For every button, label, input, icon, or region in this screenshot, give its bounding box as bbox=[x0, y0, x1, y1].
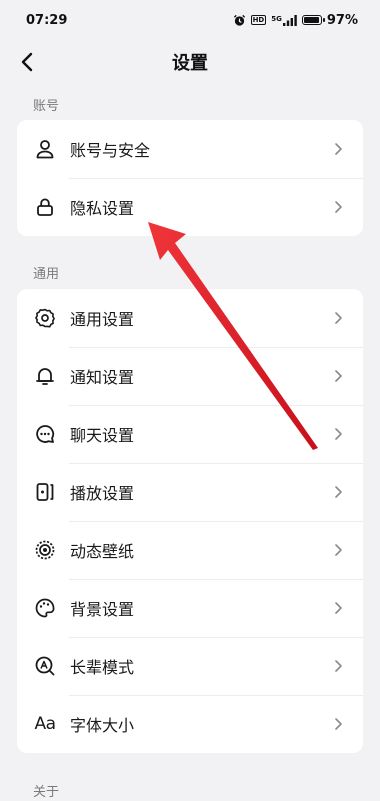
row-notification-settings[interactable]: 通知设置 bbox=[17, 347, 363, 405]
network-type: 5G bbox=[271, 14, 282, 23]
row-label: 动态壁纸 bbox=[70, 542, 135, 561]
section-label-about: 关于 bbox=[33, 785, 60, 800]
chevron-right-icon bbox=[335, 201, 342, 213]
row-playback-settings[interactable]: 播放设置 bbox=[17, 463, 363, 521]
live-wallpaper-icon bbox=[34, 539, 56, 561]
battery-fill bbox=[303, 17, 320, 23]
row-label: 播放设置 bbox=[70, 484, 135, 503]
bell-icon bbox=[34, 365, 56, 387]
chevron-right-icon bbox=[335, 660, 342, 672]
chevron-right-icon bbox=[335, 602, 342, 614]
chat-bubble-icon bbox=[34, 423, 56, 445]
chevron-right-icon bbox=[335, 370, 342, 382]
row-general-settings[interactable]: 通用设置 bbox=[17, 289, 363, 347]
play-settings-icon bbox=[34, 481, 56, 503]
row-elder-mode[interactable]: 长辈模式 bbox=[17, 637, 363, 695]
row-label: 长辈模式 bbox=[70, 658, 135, 677]
chevron-left-icon bbox=[21, 52, 33, 72]
chevron-right-icon bbox=[335, 312, 342, 324]
hd-badge: HD bbox=[250, 15, 267, 25]
font-size-glyph: Aa bbox=[34, 714, 56, 734]
chevron-right-icon bbox=[335, 486, 342, 498]
gear-icon bbox=[34, 307, 56, 329]
page-title: 设置 bbox=[172, 53, 208, 74]
row-background-settings[interactable]: 背景设置 bbox=[17, 579, 363, 637]
battery-percent: 97% bbox=[326, 12, 358, 28]
nav-bar: 设置 bbox=[0, 40, 380, 84]
section-label-account: 账号 bbox=[33, 99, 60, 114]
row-privacy-settings[interactable]: 隐私设置 bbox=[17, 178, 363, 236]
status-icons: HD 5G 97% bbox=[233, 13, 358, 28]
battery-icon bbox=[301, 15, 325, 25]
chevron-right-icon bbox=[335, 143, 342, 155]
row-label: 隐私设置 bbox=[70, 199, 135, 218]
alarm-icon bbox=[233, 14, 246, 27]
section-label-general: 通用 bbox=[33, 267, 60, 282]
row-label: 聊天设置 bbox=[70, 426, 135, 445]
font-size-icon: Aa bbox=[34, 713, 56, 735]
card-general: 通用设置 通知设置 聊天设置 播放设置 动态壁纸 背景设置 长辈模式 Aa 字体… bbox=[17, 289, 363, 753]
row-label: 背景设置 bbox=[70, 600, 135, 619]
status-bar: 07:29 HD 5G 97% bbox=[0, 0, 380, 40]
back-button[interactable] bbox=[12, 47, 42, 77]
lock-icon bbox=[34, 196, 56, 218]
chevron-right-icon bbox=[335, 544, 342, 556]
status-time: 07:29 bbox=[26, 12, 68, 28]
person-icon bbox=[34, 138, 56, 160]
row-account-security[interactable]: 账号与安全 bbox=[17, 120, 363, 178]
row-live-wallpaper[interactable]: 动态壁纸 bbox=[17, 521, 363, 579]
elder-mode-icon bbox=[34, 655, 56, 677]
row-label: 通知设置 bbox=[70, 368, 135, 387]
chevron-right-icon bbox=[335, 428, 342, 440]
chevron-right-icon bbox=[335, 718, 342, 730]
row-chat-settings[interactable]: 聊天设置 bbox=[17, 405, 363, 463]
palette-icon bbox=[34, 597, 56, 619]
row-label: 字体大小 bbox=[70, 716, 135, 735]
row-font-size[interactable]: Aa 字体大小 bbox=[17, 695, 363, 753]
card-account: 账号与安全 隐私设置 bbox=[17, 120, 363, 236]
row-label: 通用设置 bbox=[70, 310, 135, 329]
row-label: 账号与安全 bbox=[70, 141, 151, 160]
signal-5g-icon: 5G bbox=[271, 14, 297, 26]
